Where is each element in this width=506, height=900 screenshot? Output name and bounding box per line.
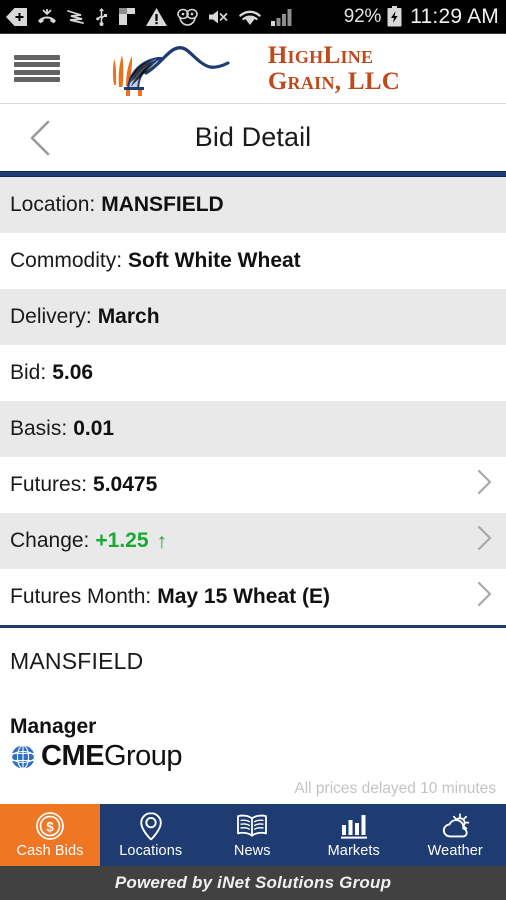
dollar-coin-icon: $ [35, 811, 65, 841]
battery-charging-icon [387, 6, 402, 27]
detail-value: MANSFIELD [101, 193, 224, 216]
android-status-bar: 92% 11:29 AM [0, 0, 506, 33]
cme-light-text: Group [103, 740, 183, 772]
app-header: HighLine Grain, LLC [0, 34, 506, 104]
detail-row-location: Location: MANSFIELD [0, 177, 506, 233]
mute-icon [209, 10, 228, 23]
detail-value: 0.01 [73, 417, 115, 440]
cme-group-logo: CMEGroup [10, 742, 496, 771]
tab-label: Locations [119, 843, 183, 859]
usb-icon [96, 8, 107, 26]
bottom-tab-bar: $ Cash Bids Locations News Markets Weath… [0, 804, 506, 866]
tab-label: Cash Bids [16, 843, 84, 859]
tab-weather[interactable]: Weather [405, 804, 506, 866]
tab-label: News [233, 843, 271, 859]
tab-label: Markets [327, 843, 380, 859]
globe-icon [10, 744, 36, 769]
detail-row-basis: Basis: 0.01 [0, 401, 506, 457]
signal-bars-icon [271, 8, 292, 26]
tab-label: Weather [427, 843, 483, 859]
detail-label: Futures Month: [10, 585, 152, 608]
manager-label: Manager [10, 715, 97, 738]
location-info-section: MANSFIELD Manager CMEGroup All prices de… [0, 628, 506, 804]
tab-markets[interactable]: Markets [303, 804, 405, 866]
detail-row-change[interactable]: Change: +1.25 ↑ [0, 513, 506, 569]
tab-cash-bids[interactable]: $ Cash Bids [0, 804, 100, 866]
battery-percent-label: 92% [343, 5, 382, 27]
detail-row-commodity: Commodity: Soft White Wheat [0, 233, 506, 289]
detail-row-bid: Bid: 5.06 [0, 345, 506, 401]
location-name: MANSFIELD [10, 648, 144, 674]
detail-row-futures-month[interactable]: Futures Month: May 15 Wheat (E) [0, 569, 506, 625]
app-footer: Powered by iNet Solutions Group [0, 866, 506, 900]
open-book-icon [236, 811, 268, 841]
detail-label: Bid: [10, 361, 47, 384]
sun-cloud-icon [439, 811, 471, 841]
footer-text: Powered by iNet Solutions Group [114, 873, 392, 892]
warning-triangle-icon [146, 7, 167, 26]
status-bar-clock: 11:29 AM [410, 4, 499, 28]
wifi-icon [239, 10, 261, 25]
bid-detail-list: Location: MANSFIELD Commodity: Soft Whit… [0, 177, 506, 625]
cme-wordmark: CMEGroup [41, 740, 183, 772]
detail-label: Change: [10, 529, 90, 552]
chevron-right-icon [476, 525, 492, 557]
flag-icon [119, 8, 135, 25]
detail-label: Delivery: [10, 305, 92, 328]
back-arrow-plus-icon [6, 7, 27, 26]
detail-value: Soft White Wheat [128, 249, 301, 272]
logo-text-line2: Grain, LLC [267, 67, 401, 95]
detail-value: 5.06 [52, 361, 94, 384]
detail-label: Commodity: [10, 249, 123, 272]
svg-text:$: $ [46, 820, 54, 835]
tab-locations[interactable]: Locations [100, 804, 202, 866]
bar-chart-icon [339, 811, 369, 841]
chevron-right-icon [476, 469, 492, 501]
detail-row-futures[interactable]: Futures: 5.0475 [0, 457, 506, 513]
detail-value: +1.25 [95, 529, 149, 552]
headphones-mask-icon [177, 8, 198, 26]
detail-value: March [97, 305, 160, 328]
status-bar-notification-icons [6, 7, 344, 26]
sprint-icon [67, 9, 84, 24]
map-pin-icon [138, 811, 164, 841]
logo-text-line1: HighLine [267, 42, 374, 69]
price-delay-note: All prices delayed 10 minutes [294, 780, 496, 797]
app-root: 92% 11:29 AM HighLine Grain, LLC Bid Det… [0, 0, 506, 900]
detail-row-delivery: Delivery: March [0, 289, 506, 345]
page-title: Bid Detail [194, 122, 312, 152]
detail-label: Basis: [10, 417, 68, 440]
detail-label: Futures: [10, 473, 88, 496]
cme-bold-text: CME [41, 740, 104, 772]
call-missed-icon [38, 8, 56, 23]
status-bar-system-icons: 92% 11:29 AM [344, 5, 499, 29]
arrow-up-icon: ↑ [156, 529, 168, 553]
detail-label: Location: [10, 193, 96, 216]
detail-value: May 15 Wheat (E) [157, 585, 330, 608]
chevron-right-icon [476, 581, 492, 613]
logo-graphic [112, 45, 230, 96]
tab-news[interactable]: News [202, 804, 304, 866]
page-titlebar: Bid Detail [0, 104, 506, 171]
highline-grain-logo[interactable]: HighLine Grain, LLC [106, 39, 400, 99]
hamburger-menu-icon[interactable] [14, 52, 60, 86]
detail-value: 5.0475 [93, 473, 158, 496]
chevron-left-icon[interactable] [18, 116, 62, 160]
